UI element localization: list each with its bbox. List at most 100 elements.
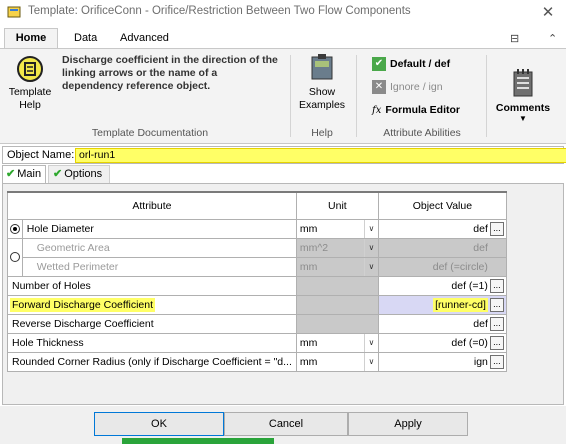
browse-button[interactable]: ... bbox=[489, 297, 504, 312]
collapse-ribbon-icon[interactable]: ⌃ bbox=[548, 32, 557, 45]
object-name-input[interactable]: orl-run1 bbox=[75, 148, 566, 163]
table-row: Forward Discharge Coefficient [runner-cd… bbox=[7, 294, 507, 315]
formula-editor-label: Formula Editor bbox=[385, 104, 461, 116]
attribute-table: Attribute Unit Object Value Hole Diamete… bbox=[7, 191, 507, 372]
show-examples-button[interactable]: Show Examples bbox=[296, 53, 348, 121]
attribute-cell: Hole Thickness bbox=[7, 332, 297, 353]
chevron-down-icon: ∨ bbox=[363, 352, 378, 371]
function-icon: fx bbox=[372, 104, 382, 116]
attribute-description: Discharge coefficient in the direction o… bbox=[62, 54, 278, 92]
chevron-down-icon: ∨ bbox=[363, 257, 378, 276]
value-input[interactable]: def... bbox=[377, 218, 507, 239]
ribbon-separator bbox=[290, 55, 291, 137]
comments-label: Comments bbox=[495, 102, 551, 114]
table-header-row: Attribute Unit Object Value bbox=[7, 191, 507, 220]
main-panel: Attribute Unit Object Value Hole Diamete… bbox=[2, 183, 564, 405]
template-help-icon bbox=[17, 56, 43, 82]
value-text: def bbox=[473, 317, 488, 330]
tab-data[interactable]: Data bbox=[74, 32, 97, 44]
default-check-icon: ✔ bbox=[372, 57, 386, 71]
checkmark-icon: ✔ bbox=[53, 168, 63, 180]
tab-home[interactable]: Home bbox=[4, 28, 58, 48]
table-row: Hole Diameter mm ∨ def... bbox=[7, 218, 507, 239]
cancel-button[interactable]: Cancel bbox=[224, 412, 348, 436]
ignore-button[interactable]: ✕ Ignore / ign bbox=[372, 79, 443, 95]
default-button[interactable]: ✔ Default / def bbox=[372, 56, 450, 72]
browse-button[interactable]: ... bbox=[489, 278, 504, 293]
value-input[interactable]: def... bbox=[377, 313, 507, 334]
attribute-cell: Geometric Area bbox=[21, 237, 297, 258]
formula-editor-button[interactable]: fx Formula Editor bbox=[372, 102, 460, 118]
value-text: [runner-cd] bbox=[433, 297, 488, 312]
value-input: def (=circle) bbox=[377, 256, 507, 277]
template-help-button[interactable]: Template Help bbox=[6, 53, 54, 121]
unit-cell bbox=[295, 275, 379, 296]
window-title: Template: OrificeConn - Orifice/Restrict… bbox=[28, 5, 411, 17]
comments-button[interactable]: Comments ▼ bbox=[490, 69, 556, 137]
unit-select[interactable]: mm ∨ bbox=[295, 351, 379, 372]
browse-button[interactable]: ... bbox=[489, 354, 504, 369]
column-header-unit: Unit bbox=[295, 191, 379, 220]
hole-diameter-radio[interactable] bbox=[7, 218, 23, 239]
unit-value: mm bbox=[299, 355, 318, 368]
table-row: Number of Holes def (=1)... bbox=[7, 275, 507, 296]
value-text: def (=1) bbox=[451, 279, 488, 292]
value-input[interactable]: [runner-cd]... bbox=[377, 294, 507, 315]
value-text: ign bbox=[473, 355, 488, 368]
unit-value: mm bbox=[299, 222, 318, 235]
browse-button[interactable]: ... bbox=[489, 316, 504, 331]
table-row: Wetted Perimeter mm ∨ def (=circle) bbox=[8, 256, 507, 277]
chevron-down-icon: ∨ bbox=[363, 238, 378, 257]
geometric-area-radio[interactable] bbox=[7, 237, 23, 277]
radio-selected-icon bbox=[9, 223, 20, 234]
object-name-label: Object Name: bbox=[7, 149, 75, 161]
tab-options-label: Options bbox=[64, 168, 103, 180]
value-text: def bbox=[473, 241, 488, 254]
tab-main-label: Main bbox=[17, 168, 42, 180]
tab-options[interactable]: ✔ Options bbox=[48, 165, 110, 184]
tab-main[interactable]: ✔ Main bbox=[2, 165, 46, 184]
ribbon-tab-bar: Home Data Advanced ⊟ ⌃ bbox=[0, 28, 566, 48]
tab-advanced[interactable]: Advanced bbox=[120, 32, 169, 44]
chevron-down-icon: ∨ bbox=[363, 333, 378, 352]
unit-select[interactable]: mm ∨ bbox=[295, 218, 379, 239]
unit-value: mm^2 bbox=[299, 241, 329, 254]
column-header-object-value: Object Value bbox=[377, 191, 507, 220]
title-bar: Template: OrificeConn - Orifice/Restrict… bbox=[0, 0, 566, 24]
chevron-down-icon: ∨ bbox=[363, 219, 378, 238]
template-help-label: Template Help bbox=[8, 86, 52, 111]
object-name-row: Object Name: orl-run1 bbox=[2, 146, 566, 164]
checkmark-icon: ✔ bbox=[6, 168, 16, 180]
attribute-cell: Number of Holes bbox=[7, 275, 297, 296]
attribute-cell: Reverse Discharge Coefficient bbox=[7, 313, 297, 334]
sub-tab-bar: ✔ Main ✔ Options bbox=[0, 164, 566, 184]
app-icon bbox=[7, 6, 21, 18]
value-text: def bbox=[473, 222, 488, 235]
group-template-documentation: Template Documentation bbox=[91, 127, 209, 139]
pin-ribbon-icon[interactable]: ⊟ bbox=[510, 32, 519, 45]
browse-button[interactable]: ... bbox=[489, 335, 504, 350]
value-text: def (=0) bbox=[451, 336, 488, 349]
ok-button[interactable]: OK bbox=[94, 412, 224, 436]
attribute-cell: Forward Discharge Coefficient bbox=[7, 294, 297, 315]
table-row: Hole Thickness mm ∨ def (=0)... bbox=[7, 332, 507, 353]
highlighted-attribute: Forward Discharge Coefficient bbox=[10, 297, 156, 312]
dialog-button-bar: OK Cancel Apply bbox=[0, 406, 566, 444]
unit-value: mm bbox=[299, 336, 318, 349]
ignore-icon: ✕ bbox=[372, 80, 386, 94]
value-input[interactable]: def (=0)... bbox=[377, 332, 507, 353]
column-header-attribute: Attribute bbox=[7, 191, 297, 220]
table-row: Rounded Corner Radius (only if Discharge… bbox=[7, 351, 507, 372]
unit-cell bbox=[295, 294, 379, 315]
default-label: Default / def bbox=[390, 58, 451, 70]
group-help: Help bbox=[311, 127, 333, 139]
ignore-label: Ignore / ign bbox=[390, 81, 443, 93]
value-input[interactable]: ign... bbox=[377, 351, 507, 372]
ribbon-separator bbox=[356, 55, 357, 137]
browse-button[interactable]: ... bbox=[489, 221, 504, 236]
apply-button[interactable]: Apply bbox=[348, 412, 468, 436]
value-input[interactable]: def (=1)... bbox=[377, 275, 507, 296]
group-attribute-abilities: Attribute Abilities bbox=[383, 127, 461, 139]
close-icon[interactable]: ✕ bbox=[540, 3, 556, 21]
unit-select[interactable]: mm ∨ bbox=[295, 332, 379, 353]
